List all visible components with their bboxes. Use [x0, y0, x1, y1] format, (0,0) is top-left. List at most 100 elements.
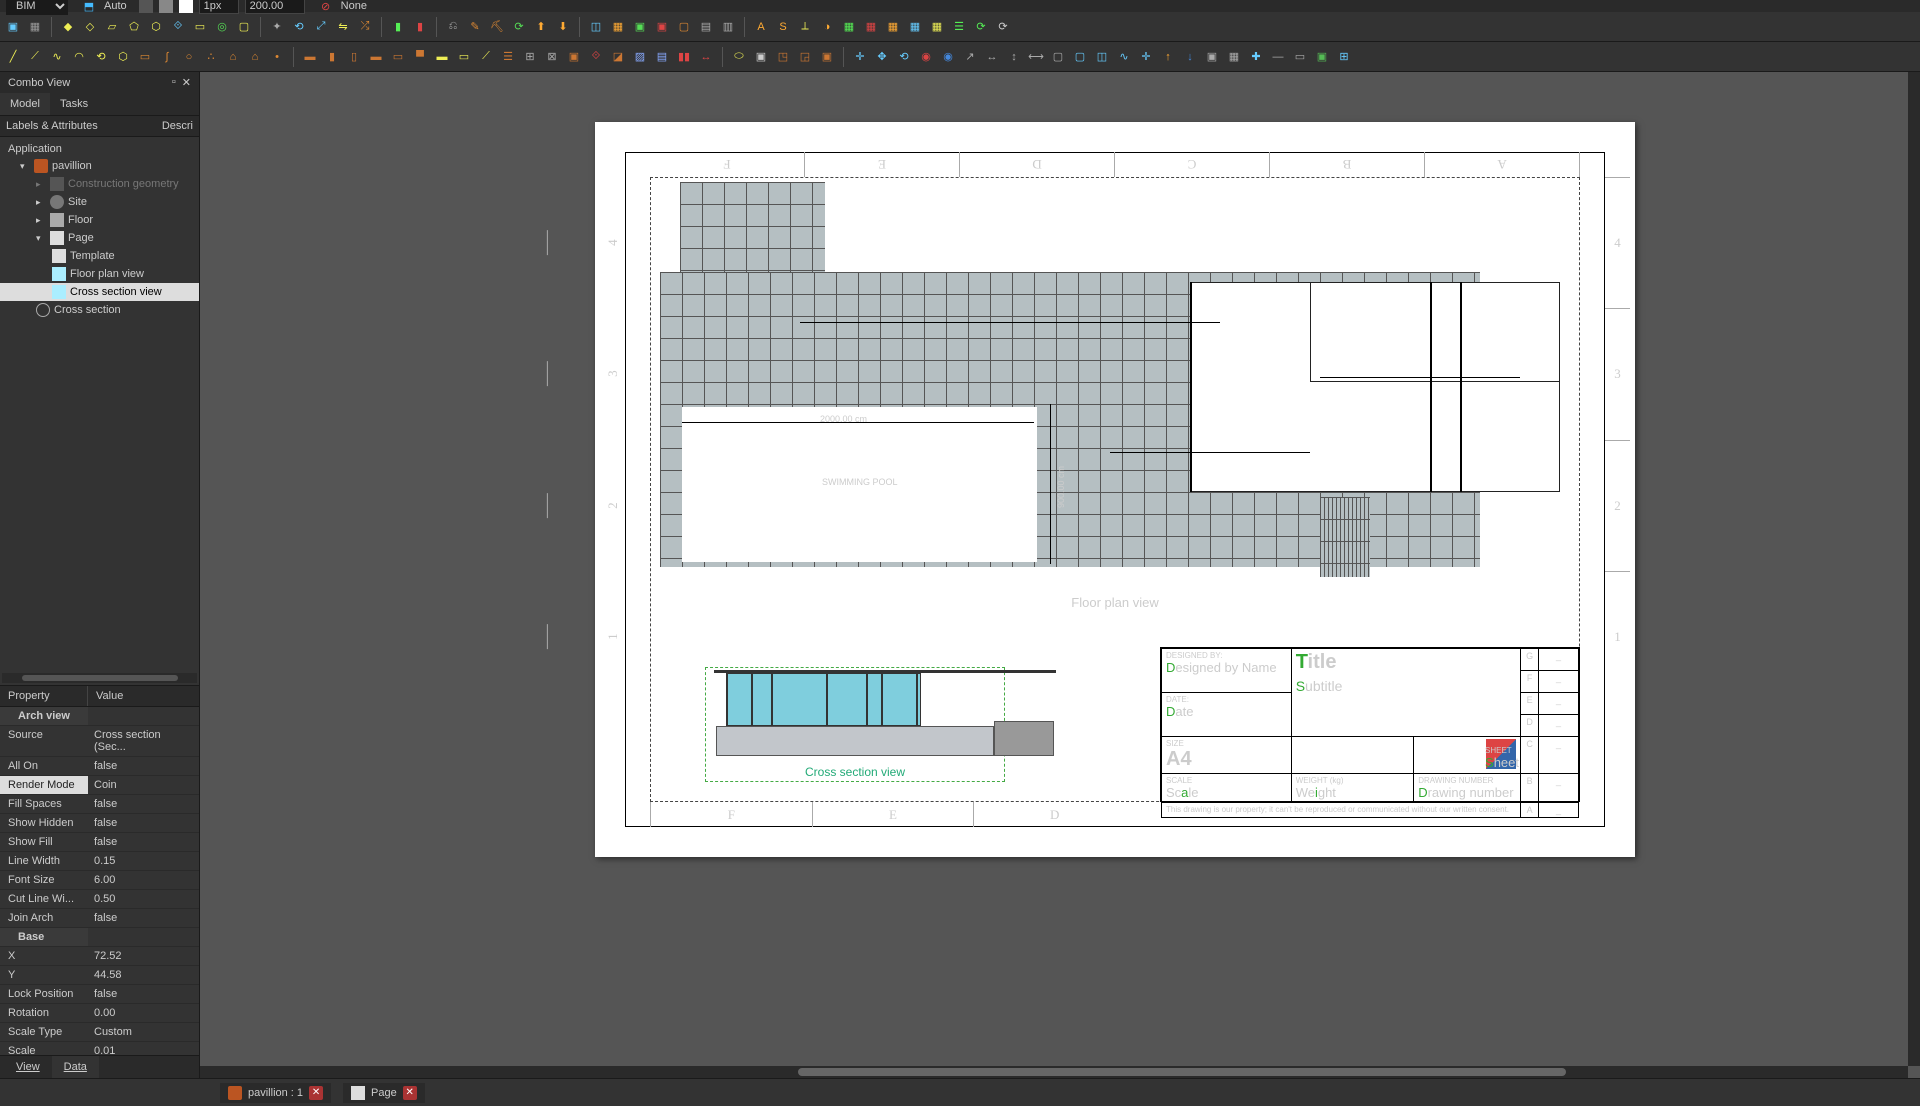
tree-app[interactable]: Application	[0, 141, 199, 157]
tree-doc[interactable]: ▾pavillion	[0, 157, 199, 175]
prop-cutline-n[interactable]: Cut Line Wi...	[0, 890, 88, 908]
drawing-canvas[interactable]: F E D C B A F E D 4 3 2 1 4 3 2	[200, 72, 1920, 1078]
tool-f5[interactable]: ▢	[675, 18, 693, 36]
prop-showhidden-v[interactable]: false	[88, 814, 199, 832]
bim-open-icon[interactable]: ▬	[433, 48, 451, 66]
tool-g8[interactable]: ☰	[950, 18, 968, 36]
draw-arch1-icon[interactable]: ⌂	[224, 48, 242, 66]
tool-c2[interactable]: ⟲	[290, 18, 308, 36]
mod-sq1-icon[interactable]: ▢	[1049, 48, 1067, 66]
icon-a1[interactable]: ▣	[4, 18, 22, 36]
prop-lockpos-n[interactable]: Lock Position	[0, 985, 88, 1003]
mod-blue-icon[interactable]: ◉	[939, 48, 957, 66]
draw-circ-icon[interactable]: ○	[180, 48, 198, 66]
bim-ref-icon[interactable]: ▤	[653, 48, 671, 66]
bim-wall-icon[interactable]: ▬	[301, 48, 319, 66]
mod-arr1-icon[interactable]: ↗	[961, 48, 979, 66]
prop-fontsize-n[interactable]: Font Size	[0, 871, 88, 889]
mod-chart-icon[interactable]: ∿	[1115, 48, 1133, 66]
tool-g1[interactable]: ⟂	[796, 18, 814, 36]
text-a-icon[interactable]: A	[752, 18, 770, 36]
mod-cross-icon[interactable]: ✛	[851, 48, 869, 66]
mod-plus-icon[interactable]: ✛	[1137, 48, 1155, 66]
tool-e6[interactable]: ⬇	[554, 18, 572, 36]
tool-d2[interactable]: ▮	[411, 18, 429, 36]
color-swatch3-icon[interactable]	[179, 0, 193, 13]
color-swatch2-icon[interactable]	[159, 0, 173, 13]
bim-c-icon[interactable]: ◳	[774, 48, 792, 66]
prop-linewidth-n[interactable]: Line Width	[0, 852, 88, 870]
prop-render-n[interactable]: Render Mode	[0, 776, 88, 794]
panel-close-icon[interactable]: ✕	[182, 76, 191, 89]
panel-undock-icon[interactable]: ▫	[172, 76, 176, 89]
prop-showfill-v[interactable]: false	[88, 833, 199, 851]
scale-input[interactable]	[245, 0, 305, 14]
mod-red-icon[interactable]: ◉	[917, 48, 935, 66]
doc-tab-pavillion[interactable]: pavillion : 1 ✕	[220, 1083, 331, 1103]
icon-b1[interactable]: ◆	[59, 18, 77, 36]
cross-section-view[interactable]: Cross section view	[705, 667, 1005, 782]
bim-open2-icon[interactable]: ▭	[455, 48, 473, 66]
tool-c1[interactable]: ✦	[268, 18, 286, 36]
tab-view[interactable]: View	[4, 1056, 52, 1078]
mod-box-icon[interactable]: ▣	[1203, 48, 1221, 66]
tool-e4[interactable]: ⟳	[510, 18, 528, 36]
mod-box2-icon[interactable]: ▦	[1225, 48, 1243, 66]
mod-arr5-icon[interactable]: ↑	[1159, 48, 1177, 66]
tool-f4[interactable]: ▣	[653, 18, 671, 36]
tab-tasks[interactable]: Tasks	[50, 93, 98, 115]
prop-fillspaces-n[interactable]: Fill Spaces	[0, 795, 88, 813]
tree-scrollbar[interactable]	[2, 673, 197, 683]
floor-plan-view[interactable]: SWIMMING POOL 2000.00 cm 900.00 cm Floor…	[660, 182, 1570, 592]
draw-line-icon[interactable]: ╱	[4, 48, 22, 66]
prop-header-property[interactable]: Property	[0, 686, 88, 706]
auto-icon[interactable]: ⬒	[80, 0, 98, 15]
icon-b4[interactable]: ⬠	[125, 18, 143, 36]
prop-source-n[interactable]: Source	[0, 726, 88, 756]
bim-cut-icon[interactable]: ⟐	[587, 48, 605, 66]
none-icon[interactable]: ⊘	[317, 0, 335, 15]
draw-arch2-icon[interactable]: ⌂	[246, 48, 264, 66]
bim-stair-icon[interactable]: ☰	[499, 48, 517, 66]
tool-f7[interactable]: ▥	[719, 18, 737, 36]
tool-d1[interactable]: ▮	[389, 18, 407, 36]
bim-d-icon[interactable]: ◲	[796, 48, 814, 66]
tool-e1[interactable]: ⎌	[444, 18, 462, 36]
header-labels[interactable]: Labels & Attributes	[0, 116, 156, 136]
mod-arr4-icon[interactable]: ⟷	[1027, 48, 1045, 66]
tool-g6[interactable]: ▦	[906, 18, 924, 36]
icon-b6[interactable]: ⟐	[169, 18, 187, 36]
tool-e2[interactable]: ✎	[466, 18, 484, 36]
draw-arc-icon[interactable]: ◠	[70, 48, 88, 66]
prop-x-v[interactable]: 72.52	[88, 947, 199, 965]
header-desc[interactable]: Descri	[156, 116, 199, 136]
canvas-scrollbar-v[interactable]	[1908, 72, 1920, 1066]
bim-dim-icon[interactable]: ↔	[697, 48, 715, 66]
bim-b-icon[interactable]: ▣	[752, 48, 770, 66]
tool-g7[interactable]: ▦	[928, 18, 946, 36]
prop-allon-v[interactable]: false	[88, 757, 199, 775]
icon-b5[interactable]: ⬡	[147, 18, 165, 36]
tool-e5[interactable]: ⬆	[532, 18, 550, 36]
tree-site[interactable]: ▸Site	[0, 193, 199, 211]
canvas-scrollbar-h[interactable]	[200, 1066, 1908, 1078]
mod-last2-icon[interactable]: ▣	[1313, 48, 1331, 66]
tool-c5[interactable]: ⤮	[356, 18, 374, 36]
text-s-icon[interactable]: S	[774, 18, 792, 36]
mod-plus2-icon[interactable]: ✚	[1247, 48, 1265, 66]
mod-minus-icon[interactable]: —	[1269, 48, 1287, 66]
tool-f2[interactable]: ▦	[609, 18, 627, 36]
tool-f3[interactable]: ▣	[631, 18, 649, 36]
prop-x-n[interactable]: X	[0, 947, 88, 965]
tool-c4[interactable]: ⇋	[334, 18, 352, 36]
mod-arr6-icon[interactable]: ↓	[1181, 48, 1199, 66]
grid-icon[interactable]: ▦	[26, 18, 44, 36]
icon-b3[interactable]: ▱	[103, 18, 121, 36]
icon-b7[interactable]: ▭	[191, 18, 209, 36]
mod-rot-icon[interactable]: ⟲	[895, 48, 913, 66]
close-tab-page-icon[interactable]: ✕	[403, 1086, 417, 1100]
bim-col-icon[interactable]: ▯	[345, 48, 363, 66]
prop-render-v[interactable]: Coin	[88, 776, 199, 794]
draw-wire-icon[interactable]: ∿	[48, 48, 66, 66]
draw-bez-icon[interactable]: ∫	[158, 48, 176, 66]
